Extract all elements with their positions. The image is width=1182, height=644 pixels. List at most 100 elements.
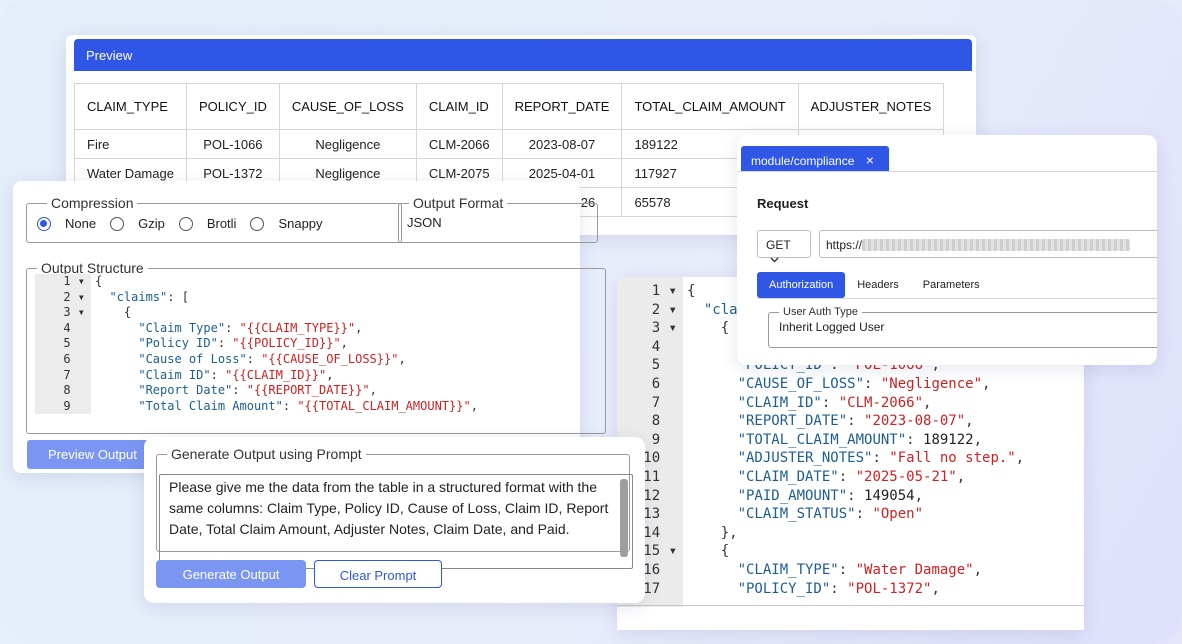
code-token: "Policy ID" [138, 336, 218, 351]
code-token: : [821, 394, 839, 411]
user-auth-type-group[interactable]: User Auth Type Inherit Logged User [768, 306, 1157, 348]
tab-module-compliance[interactable]: module/compliance × [741, 146, 889, 171]
code-line: 2 ▾ "claims": [ [35, 289, 605, 306]
code-token: : [847, 487, 865, 504]
code-token: { [687, 320, 730, 337]
code-line: 1 ▾ { [35, 274, 605, 290]
line-number: 8 [35, 383, 91, 399]
code-token: : [847, 413, 865, 430]
code-line: 14 }, [617, 523, 1024, 543]
radio-button[interactable] [110, 216, 125, 231]
code-token: , [965, 413, 974, 430]
code-token: "{{CLAIM_ID}}" [225, 367, 327, 382]
line-number: 6 [617, 374, 683, 394]
user-auth-type-legend: User Auth Type [783, 306, 859, 318]
line-number: 4 [35, 320, 91, 337]
radio-label: Brotli [206, 216, 237, 231]
code-token: { [95, 305, 132, 320]
redacted-url [862, 239, 1131, 251]
code-token: "2025-05-21" [855, 468, 957, 485]
code-token: 149054 [864, 487, 915, 504]
code-token: : [872, 450, 890, 467]
prompt-textarea[interactable]: Please give me the data from the table i… [159, 474, 633, 569]
code-token: , [931, 580, 940, 597]
code-line: 12 "PAID_AMOUNT": 149054, [617, 486, 1024, 506]
code-token: "2023-08-07" [864, 413, 966, 430]
tab-headers[interactable]: Headers [845, 272, 911, 298]
prompt-group: Generate Output using Prompt Please give… [156, 446, 633, 569]
preview-output-button[interactable]: Preview Output [27, 440, 157, 469]
code-token: "ADJUSTER_NOTES" [737, 450, 873, 467]
prompt-scrollbar[interactable] [620, 479, 628, 557]
code-line: 6 "CAUSE_OF_LOSS": "Negligence", [617, 374, 1024, 394]
code-token: : [830, 580, 848, 597]
code-line: 15 ▾ { [617, 542, 1024, 561]
table-cell: Negligence [278, 129, 417, 159]
tab-divider [737, 171, 1157, 172]
code-token: : [ [167, 289, 189, 304]
code-token: { [687, 543, 730, 560]
code-token: , [398, 351, 406, 366]
tab-authorization[interactable]: Authorization [757, 272, 846, 298]
url-prefix: https:// [826, 238, 863, 252]
code-text: "POLICY_ID": "POL-1372", [683, 580, 940, 599]
generate-output-button[interactable]: Generate Output [156, 560, 306, 588]
code-token: "{{POLICY_ID}}" [232, 336, 341, 351]
compression-option-snappy[interactable]: Snappy [250, 216, 323, 231]
code-line: 8 "REPORT_DATE": "2023-08-07", [617, 412, 1024, 431]
code-token: "{{CAUSE_OF_LOSS}}" [261, 351, 399, 366]
column-header: TOTAL_CLAIM_AMOUNT [621, 83, 799, 130]
line-number: 6 [35, 351, 91, 368]
table-cell: POL-1066 [185, 129, 280, 159]
line-number: 9 [35, 398, 91, 415]
table-cell: 2023-08-07 [501, 129, 623, 159]
code-text: "CAUSE_OF_LOSS": "Negligence", [683, 375, 991, 394]
method-select[interactable]: GET [757, 230, 811, 263]
compression-option-brotli[interactable]: Brotli [178, 216, 237, 231]
code-token: "CLAIM_DATE" [737, 468, 839, 485]
url-input[interactable]: https:// [819, 230, 1157, 258]
compression-option-none[interactable]: None [37, 216, 96, 231]
radio-button[interactable] [178, 216, 193, 231]
code-text: "CLAIM_DATE": "2025-05-21", [683, 468, 966, 487]
radio-label: Gzip [138, 216, 165, 231]
line-number: 4 [617, 337, 683, 357]
user-auth-type-value[interactable]: Inherit Logged User [769, 318, 1157, 336]
line-number: 8 [617, 412, 683, 431]
code-token: "Cause of Loss" [138, 351, 247, 366]
module-request-panel: module/compliance × Request GET https://… [737, 135, 1157, 365]
code-line: 17 "POLICY_ID": "POL-1372", [617, 579, 1024, 599]
output-structure-editor[interactable]: 1 ▾{2 ▾ "claims": [3 ▾ {4 "Claim Type": … [35, 274, 605, 415]
code-token: , [355, 320, 363, 335]
code-text: "Report Date": "{{REPORT_DATE}}", [91, 383, 376, 399]
table-cell: CLM-2066 [415, 129, 503, 159]
compression-option-gzip[interactable]: Gzip [110, 216, 165, 231]
chevron-down-icon [770, 252, 779, 266]
line-number: 5 [35, 336, 91, 352]
line-number: 2 ▾ [35, 289, 91, 306]
radio-label: None [65, 216, 97, 231]
radio-button[interactable] [37, 216, 51, 231]
column-header: CLAIM_TYPE [74, 83, 187, 130]
code-token: "CAUSE_OF_LOSS" [737, 375, 865, 392]
radio-button[interactable] [250, 216, 265, 231]
output-format-legend: Output Format [413, 195, 504, 211]
code-token: "{{TOTAL_CLAIM_AMOUNT}}" [297, 398, 471, 413]
tab-parameters[interactable]: Parameters [911, 272, 992, 298]
code-token: "POLICY_ID" [737, 580, 831, 597]
code-text: { [683, 542, 729, 561]
prompt-text: Please give me the data from the table i… [169, 479, 609, 537]
output-format-group[interactable]: Output Format JSON [398, 195, 598, 243]
output-format-value[interactable]: JSON [399, 211, 597, 234]
code-token: "claims" [109, 289, 168, 304]
clear-prompt-button[interactable]: Clear Prompt [314, 560, 442, 588]
close-icon[interactable]: × [866, 152, 874, 168]
